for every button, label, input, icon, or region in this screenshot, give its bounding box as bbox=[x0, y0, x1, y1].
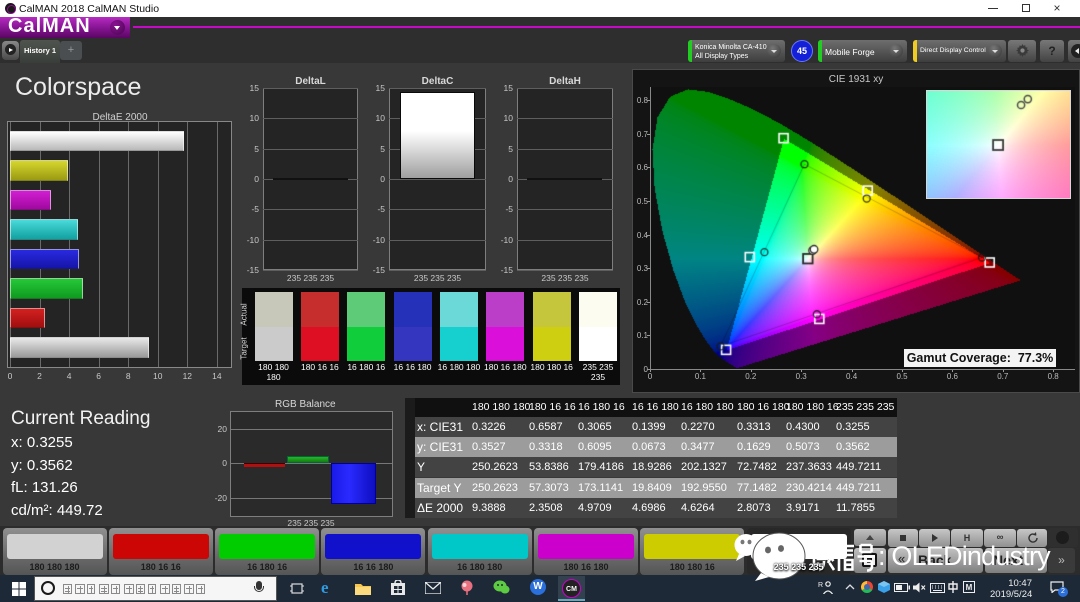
svg-text:R: R bbox=[818, 582, 823, 589]
